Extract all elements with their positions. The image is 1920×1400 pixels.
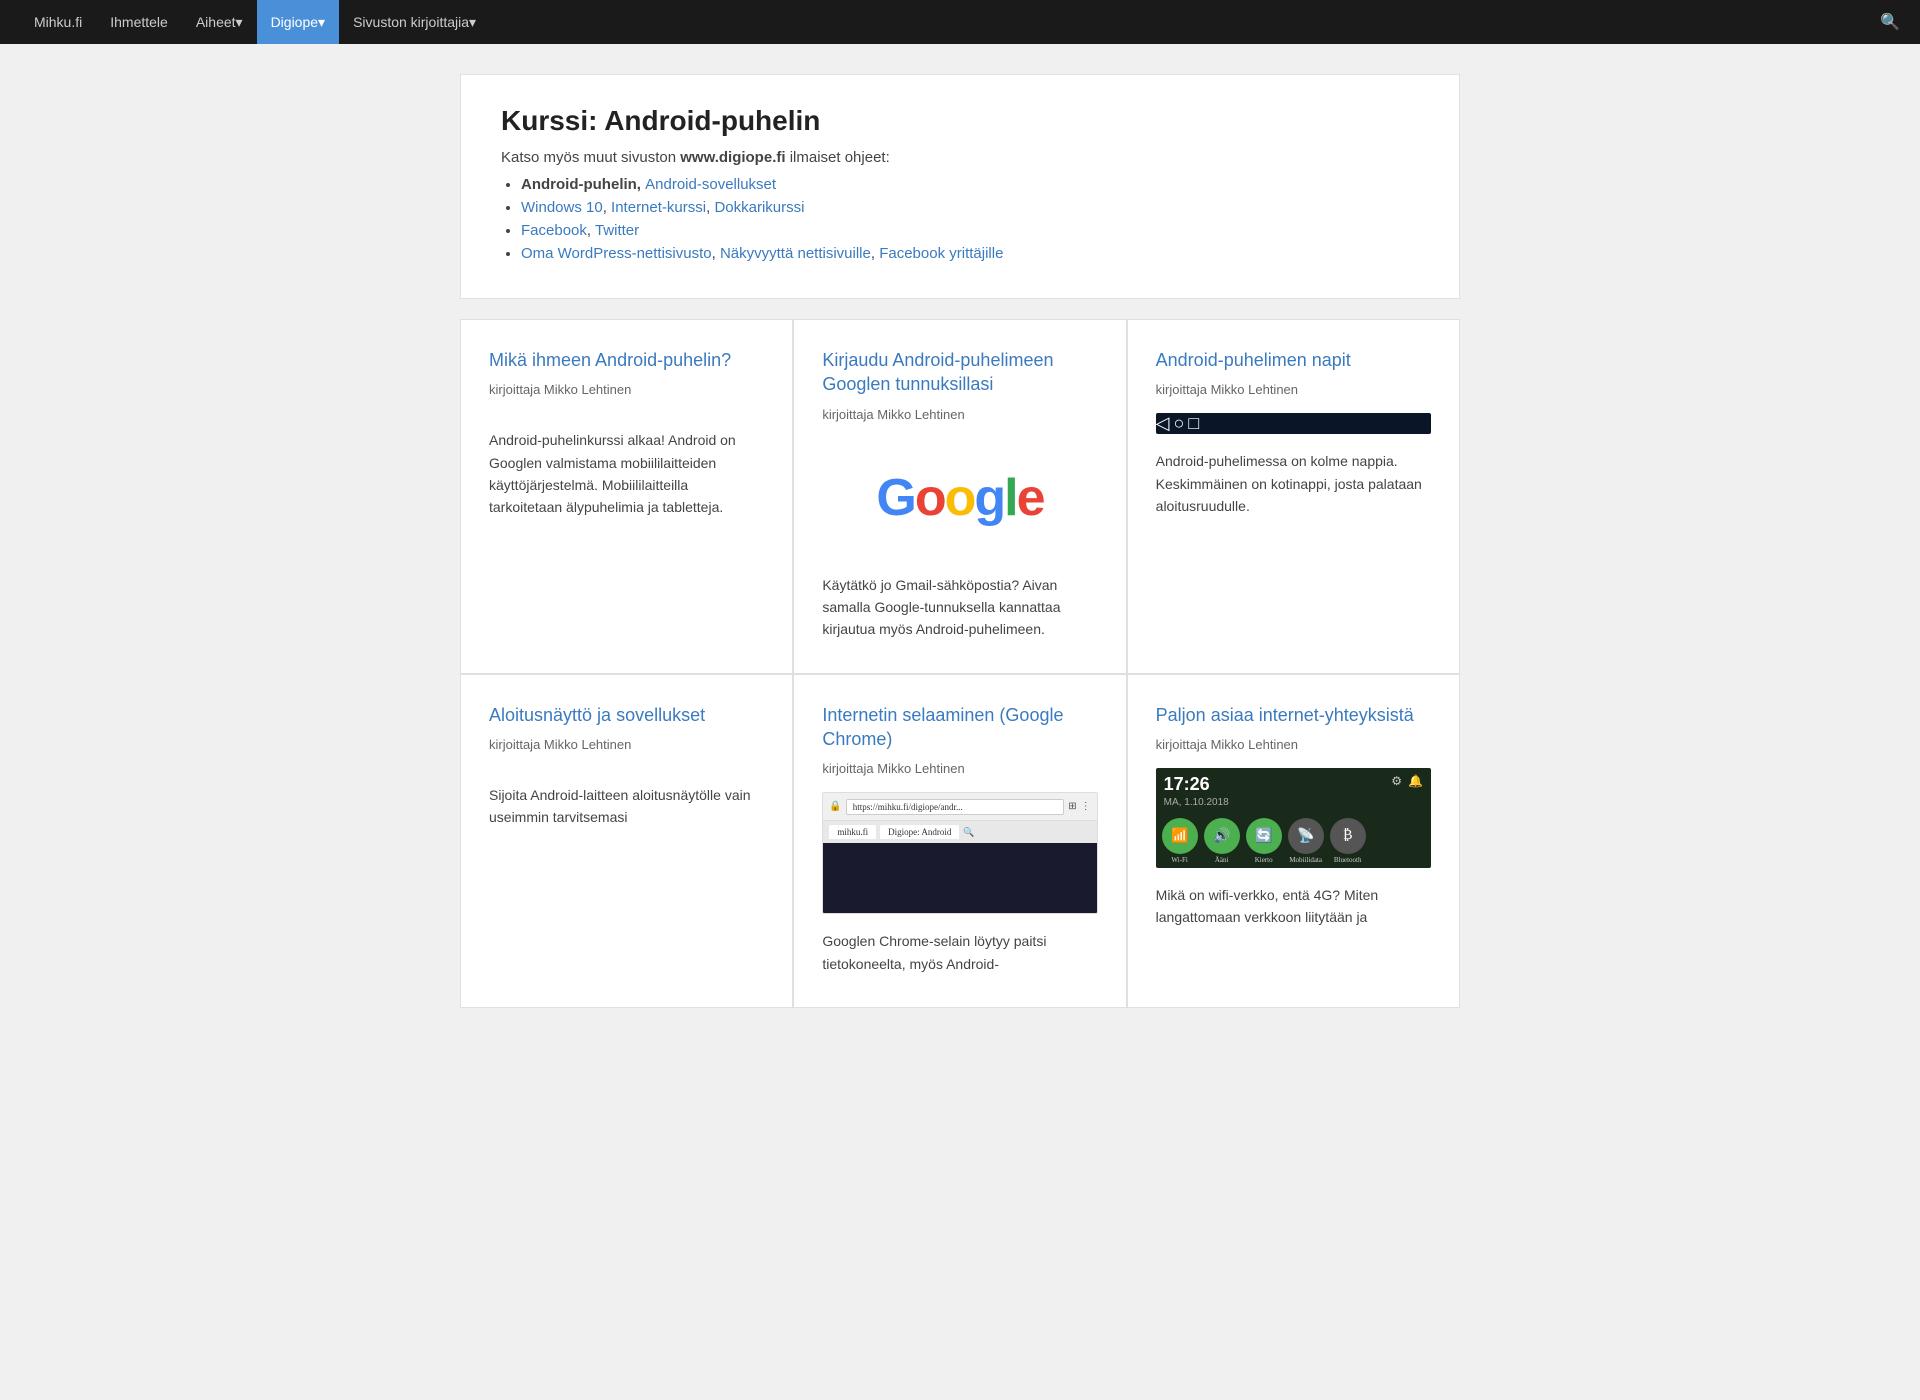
volume-icon: 🔊 (1204, 818, 1240, 854)
card-3-image: ◁ ○ □ (1156, 413, 1431, 434)
card-6-image: 17:26 MA, 1.10.2018 ⚙ 🔔 📶 Wi-Fi 🔊 (1156, 768, 1431, 868)
link-twitter[interactable]: Twitter (595, 222, 639, 239)
card-1-title[interactable]: Mikä ihmeen Android-puhelin? (489, 348, 764, 372)
aiheet-dropdown-arrow: ▾ (236, 14, 243, 31)
card-chrome: Internetin selaaminen (Google Chrome) ki… (793, 674, 1126, 1008)
main-nav: Mihku.fi Ihmettele Aiheet ▾ Digiope ▾ Si… (0, 0, 1920, 44)
mobiledata-icon: 📡 (1288, 818, 1324, 854)
list-item: Oma WordPress-nettisivusto, Näkyvyyttä n… (521, 245, 1419, 262)
rotate-icon: 🔄 (1246, 818, 1282, 854)
card-grid-row2: Aloitusnäyttö ja sovellukset kirjoittaja… (460, 674, 1460, 1008)
qs-mobiledata: 📡 Mobiilidata (1288, 818, 1324, 864)
bluetooth-icon: ₿ (1330, 818, 1366, 854)
nav-digiope[interactable]: Digiope ▾ (257, 0, 340, 44)
wifi-icon: 📶 (1162, 818, 1198, 854)
chrome-tab-1: mihku.fi (829, 825, 876, 839)
card-android-phone: Mikä ihmeen Android-puhelin? kirjoittaja… (460, 319, 793, 674)
back-button-icon: ◁ (1156, 413, 1170, 433)
card-4-title[interactable]: Aloitusnäyttö ja sovellukset (489, 703, 764, 727)
gear-icon: ⚙ (1391, 774, 1402, 789)
link-wordpress[interactable]: Oma WordPress-nettisivusto (521, 245, 712, 262)
nav-mihku[interactable]: Mihku.fi (20, 0, 96, 44)
chrome-tab-2: Digiope: Android (880, 825, 959, 839)
resource-list: Android-puhelin, Android-sovellukset Win… (521, 176, 1419, 262)
chrome-search-icon: 🔍 (963, 827, 974, 838)
qs-quick-icons: 📶 Wi-Fi 🔊 Ääni 🔄 Kierto 📡 Mobiilidata (1156, 814, 1431, 868)
card-6-author: kirjoittaja Mikko Lehtinen (1156, 737, 1431, 752)
list-item: Facebook, Twitter (521, 222, 1419, 239)
link-facebook-yrittajille[interactable]: Facebook yrittäjille (879, 245, 1003, 262)
digiope-dropdown-arrow: ▾ (318, 14, 325, 31)
qs-rotate: 🔄 Kierto (1246, 818, 1282, 864)
card-5-body: Googlen Chrome-selain löytyy paitsi tiet… (822, 930, 1097, 975)
nav-kirjoittajia[interactable]: Sivuston kirjoittajia ▾ (339, 0, 490, 44)
search-icon[interactable]: 🔍 (1880, 12, 1900, 32)
nav-aiheet[interactable]: Aiheet ▾ (182, 0, 257, 44)
qs-status-icons: ⚙ 🔔 (1391, 774, 1423, 789)
link-windows10[interactable]: Windows 10 (521, 199, 603, 216)
chrome-address-bar: 🔒 https://mihku.fi/digiope/andr... ⊞ ⋮ (823, 793, 1096, 821)
qs-date: MA, 1.10.2018 (1156, 797, 1237, 814)
chrome-body (823, 843, 1096, 913)
qs-bluetooth: ₿ Bluetooth (1330, 818, 1366, 864)
lock-icon: 🔒 (829, 801, 841, 812)
card-3-body: Android-puhelimessa on kolme nappia. Kes… (1156, 450, 1431, 517)
card-4-body: Sijoita Android-laitteen aloitusnäytölle… (489, 784, 764, 829)
link-dokkarikurssi[interactable]: Dokkarikurssi (714, 199, 804, 216)
home-button-icon: ○ (1174, 413, 1185, 433)
page-wrap: Kurssi: Android-puhelin Katso myös muut … (440, 44, 1480, 1038)
link-facebook[interactable]: Facebook (521, 222, 587, 239)
recents-button-icon: □ (1188, 413, 1199, 433)
google-logo-text: Google (876, 468, 1043, 528)
chrome-menu-icon: ⋮ (1081, 801, 1091, 812)
qs-wifi: 📶 Wi-Fi (1162, 818, 1198, 864)
link-internet-kurssi[interactable]: Internet-kurssi (611, 199, 706, 216)
chrome-url-field: https://mihku.fi/digiope/andr... (846, 799, 1064, 815)
list-item: Windows 10, Internet-kurssi, Dokkarikurs… (521, 199, 1419, 216)
card-android-buttons: Android-puhelimen napit kirjoittaja Mikk… (1127, 319, 1460, 674)
card-1-body: Android-puhelinkurssi alkaa! Android on … (489, 429, 764, 519)
notification-icon: 🔔 (1408, 774, 1423, 789)
card-5-image: 🔒 https://mihku.fi/digiope/andr... ⊞ ⋮ m… (822, 792, 1097, 914)
chrome-tab-bar: mihku.fi Digiope: Android 🔍 (823, 821, 1096, 843)
qs-time: 17:26 (1156, 768, 1237, 797)
card-internet-connections: Paljon asiaa internet-yhteyksistä kirjoi… (1127, 674, 1460, 1008)
card-6-title[interactable]: Paljon asiaa internet-yhteyksistä (1156, 703, 1431, 727)
card-2-image: Google (822, 438, 1097, 558)
qs-volume: 🔊 Ääni (1204, 818, 1240, 864)
card-home-screen: Aloitusnäyttö ja sovellukset kirjoittaja… (460, 674, 793, 1008)
link-nakyvyytta[interactable]: Näkyvyyttä nettisivuille (720, 245, 871, 262)
nav-ihmettele[interactable]: Ihmettele (96, 0, 182, 44)
card-5-author: kirjoittaja Mikko Lehtinen (822, 761, 1097, 776)
card-3-author: kirjoittaja Mikko Lehtinen (1156, 382, 1431, 397)
card-3-title[interactable]: Android-puhelimen napit (1156, 348, 1431, 372)
card-2-body: Käytätkö jo Gmail-sähköpostia? Aivan sam… (822, 574, 1097, 641)
header-card: Kurssi: Android-puhelin Katso myös muut … (460, 74, 1460, 299)
card-grid-row1: Mikä ihmeen Android-puhelin? kirjoittaja… (460, 319, 1460, 674)
card-google-login: Kirjaudu Android-puhelimeen Googlen tunn… (793, 319, 1126, 674)
card-2-author: kirjoittaja Mikko Lehtinen (822, 407, 1097, 422)
card-1-author: kirjoittaja Mikko Lehtinen (489, 382, 764, 397)
card-6-body: Mikä on wifi-verkko, entä 4G? Miten lang… (1156, 884, 1431, 929)
kirjoittajia-dropdown-arrow: ▾ (469, 14, 476, 31)
link-android-sovellukset[interactable]: Android-sovellukset (645, 176, 776, 193)
card-2-title[interactable]: Kirjaudu Android-puhelimeen Googlen tunn… (822, 348, 1097, 397)
list-item: Android-puhelin, Android-sovellukset (521, 176, 1419, 193)
card-4-author: kirjoittaja Mikko Lehtinen (489, 737, 764, 752)
chrome-tabs-icon: ⊞ (1068, 801, 1076, 812)
card-5-title[interactable]: Internetin selaaminen (Google Chrome) (822, 703, 1097, 752)
header-intro: Katso myös muut sivuston www.digiope.fi … (501, 149, 1419, 166)
page-title: Kurssi: Android-puhelin (501, 105, 1419, 137)
